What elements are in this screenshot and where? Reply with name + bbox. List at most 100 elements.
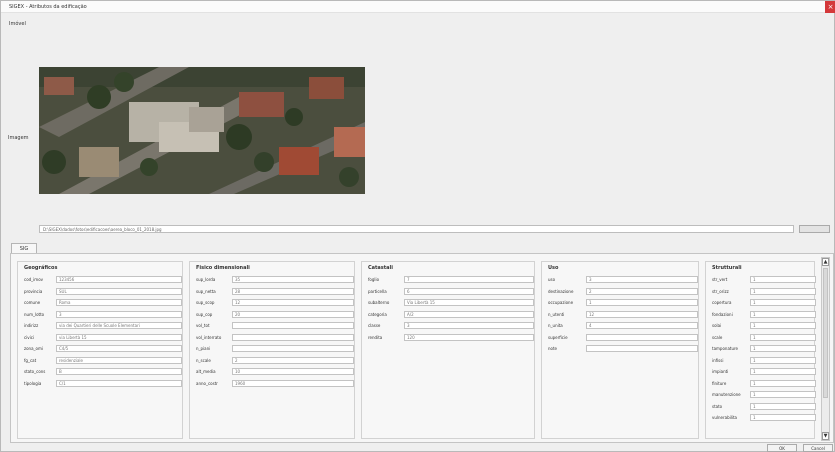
field-row: civici via Libertà 15: [24, 333, 182, 341]
field-input[interactable]: 1: [750, 391, 816, 398]
field-row: foglio 7: [368, 276, 534, 283]
field-input[interactable]: 10: [232, 368, 354, 375]
scroll-thumb[interactable]: [823, 268, 828, 398]
field-input[interactable]: 6: [404, 287, 534, 295]
field-label: sup_lorda: [196, 277, 216, 282]
field-input[interactable]: A/2: [404, 310, 534, 318]
field-row: finiture 1: [712, 379, 816, 387]
field-row: scale 1: [712, 333, 816, 341]
field-input[interactable]: 1: [750, 414, 816, 421]
field-label: n_scale: [196, 357, 211, 363]
field-label: sup_scop: [196, 300, 215, 305]
field-label: provincia: [24, 288, 43, 294]
scroll-down-icon[interactable]: ▼: [822, 432, 829, 440]
field-input[interactable]: 1: [750, 379, 816, 387]
field-input[interactable]: 35: [232, 276, 354, 283]
field-input[interactable]: 7: [404, 276, 534, 283]
field-row: stato_cons B: [24, 368, 182, 375]
field-row: note: [548, 345, 698, 352]
field-input[interactable]: via dei Quartieri delle Scuole Elementar…: [56, 322, 182, 329]
field-input[interactable]: 12: [586, 310, 698, 318]
group-title: Catastali: [368, 265, 393, 271]
ok-button[interactable]: OK: [767, 444, 797, 452]
field-input[interactable]: residenziale: [56, 356, 182, 364]
field-input[interactable]: 3: [404, 322, 534, 329]
field-input[interactable]: 1: [750, 368, 816, 375]
field-label: classe: [368, 323, 381, 328]
cancel-button[interactable]: Cancel: [803, 444, 833, 452]
field-label: finiture: [712, 380, 727, 386]
field-input[interactable]: Roma: [56, 299, 182, 306]
field-input[interactable]: 20: [232, 310, 354, 318]
field-input[interactable]: via Libertà 15: [56, 333, 182, 341]
title-bar: SIGEX - Atributos da edificação ×: [1, 1, 835, 13]
field-input[interactable]: C4/5: [56, 345, 182, 352]
field-label: destinazione: [548, 288, 574, 294]
field-label: manutenzione: [712, 392, 741, 397]
image-path-field[interactable]: D:\SIGEX\dados\fotos\edificacoes\aerea_b…: [39, 225, 794, 233]
field-label: uso: [548, 277, 556, 282]
field-input[interactable]: SUL: [56, 287, 182, 295]
field-label: str_orizz: [712, 288, 729, 294]
vertical-scrollbar[interactable]: ▲ ▼: [821, 257, 830, 441]
field-input[interactable]: 120: [404, 333, 534, 341]
field-input[interactable]: 3: [586, 276, 698, 283]
group-uso: Uso uso 3 destinazione 2 occupazione 1 n_utent…: [541, 261, 699, 439]
field-label: sup_netta: [196, 288, 216, 294]
field-label: str_vert: [712, 277, 728, 282]
field-input[interactable]: 1: [750, 322, 816, 329]
field-input[interactable]: 2: [232, 356, 354, 364]
field-input[interactable]: [232, 333, 354, 341]
field-input[interactable]: 1: [750, 287, 816, 295]
field-input[interactable]: [232, 322, 354, 329]
field-row: sup_lorda 35: [196, 276, 354, 283]
field-label: indirizz: [24, 323, 39, 328]
field-input[interactable]: 1: [750, 345, 816, 352]
field-input[interactable]: [586, 345, 698, 352]
field-row: n_utenti 12: [548, 310, 698, 318]
field-input[interactable]: C/1: [56, 379, 182, 387]
group-title: Uso: [548, 265, 559, 271]
field-input[interactable]: 1: [750, 276, 816, 283]
field-label: impianti: [712, 369, 729, 374]
field-input[interactable]: 28: [232, 287, 354, 295]
field-input[interactable]: 1: [750, 333, 816, 341]
field-input[interactable]: 1: [586, 299, 698, 306]
menu-imovel[interactable]: Imóvel: [9, 21, 26, 27]
field-label: copertura: [712, 300, 732, 305]
field-row: solai 1: [712, 322, 816, 329]
field-input[interactable]: 1: [750, 299, 816, 306]
field-row: sup_scop 12: [196, 299, 354, 306]
field-input[interactable]: 1: [750, 356, 816, 364]
field-label: num_lotto: [24, 311, 45, 317]
field-input[interactable]: Via Libertà 15: [404, 299, 534, 306]
field-input[interactable]: B: [56, 368, 182, 375]
field-label: anno_costr: [196, 380, 218, 386]
field-input[interactable]: 12: [232, 299, 354, 306]
field-label: stato_cons: [24, 369, 46, 374]
field-label: sup_cop: [196, 311, 213, 317]
field-input[interactable]: 1: [750, 402, 816, 410]
field-row: superficie: [548, 333, 698, 341]
field-input[interactable]: 2: [586, 287, 698, 295]
field-row: anno_costr 1960: [196, 379, 354, 387]
field-label: superficie: [548, 334, 568, 340]
field-input[interactable]: 3: [56, 310, 182, 318]
browse-button[interactable]: [799, 225, 830, 233]
field-input[interactable]: [586, 333, 698, 341]
field-input[interactable]: 4: [586, 322, 698, 329]
close-icon[interactable]: ×: [825, 1, 835, 13]
field-input[interactable]: 123456: [56, 276, 182, 283]
field-row: n_piani: [196, 345, 354, 352]
field-label: vol_interrato: [196, 334, 222, 340]
field-input[interactable]: [232, 345, 354, 352]
field-label: infissi: [712, 357, 724, 363]
field-label: scale: [712, 334, 723, 340]
field-input[interactable]: 1960: [232, 379, 354, 387]
field-row: categoria A/2: [368, 310, 534, 318]
field-row: infissi 1: [712, 356, 816, 364]
field-input[interactable]: 1: [750, 310, 816, 318]
scroll-up-icon[interactable]: ▲: [822, 258, 829, 266]
field-label: subalterno: [368, 300, 390, 305]
dialog-window: SIGEX - Atributos da edificação × Imóvel…: [0, 0, 835, 452]
